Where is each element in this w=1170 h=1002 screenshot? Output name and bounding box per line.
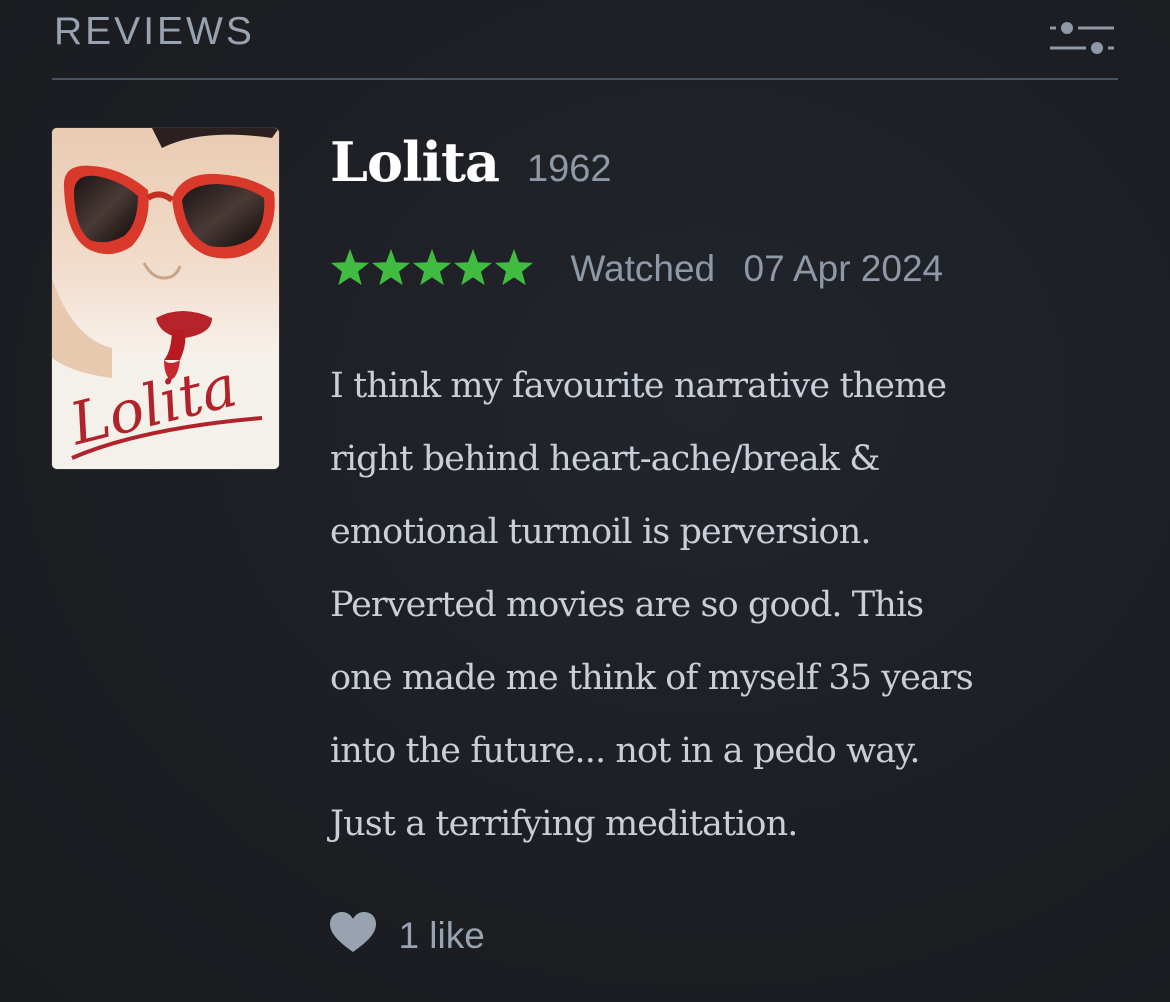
film-year[interactable]: 1962 [527,148,612,191]
star-icon [371,249,411,286]
watched-label: Watched [570,248,716,289]
watched-date[interactable]: 07 Apr 2024 [744,248,944,290]
star-icon [330,249,370,286]
review-text-line: Just a terrifying meditation. [330,804,798,844]
review-meta: Watched 07 Apr 2024 [330,245,943,299]
star-rating [330,245,536,293]
review-text-line: I think my favourite narrative theme [330,366,947,406]
sliders-filter-icon[interactable] [1046,14,1118,58]
film-title-row: Lolita 1962 [330,130,612,210]
likes-count: 1 like [398,914,485,956]
star-icon [494,249,534,286]
reviews-header: REVIEWS [52,0,1118,80]
review-text-line: into the future... not in a pedo way. [330,731,921,771]
review-text-line: emotional turmoil is perversion. [330,512,871,552]
film-poster-image: Lolita [52,128,279,469]
review-text[interactable]: I think my favourite narrative theme righ… [330,350,1130,861]
heart-icon [330,912,376,959]
film-title[interactable]: Lolita [330,130,500,194]
review-text-line: one made me think of myself 35 years [330,658,974,698]
review-text-line: right behind heart-ache/break & [330,439,880,479]
like-button[interactable]: 1 like [330,912,485,962]
section-title: REVIEWS [54,10,255,53]
star-icon [412,249,452,286]
review-text-line: Perverted movies are so good. This [330,585,924,625]
review-page: REVIEWS Lolita Lolita 1962 Watched 07 Ap… [0,0,1170,1002]
star-icon [453,249,493,286]
film-poster[interactable]: Lolita [52,128,279,469]
